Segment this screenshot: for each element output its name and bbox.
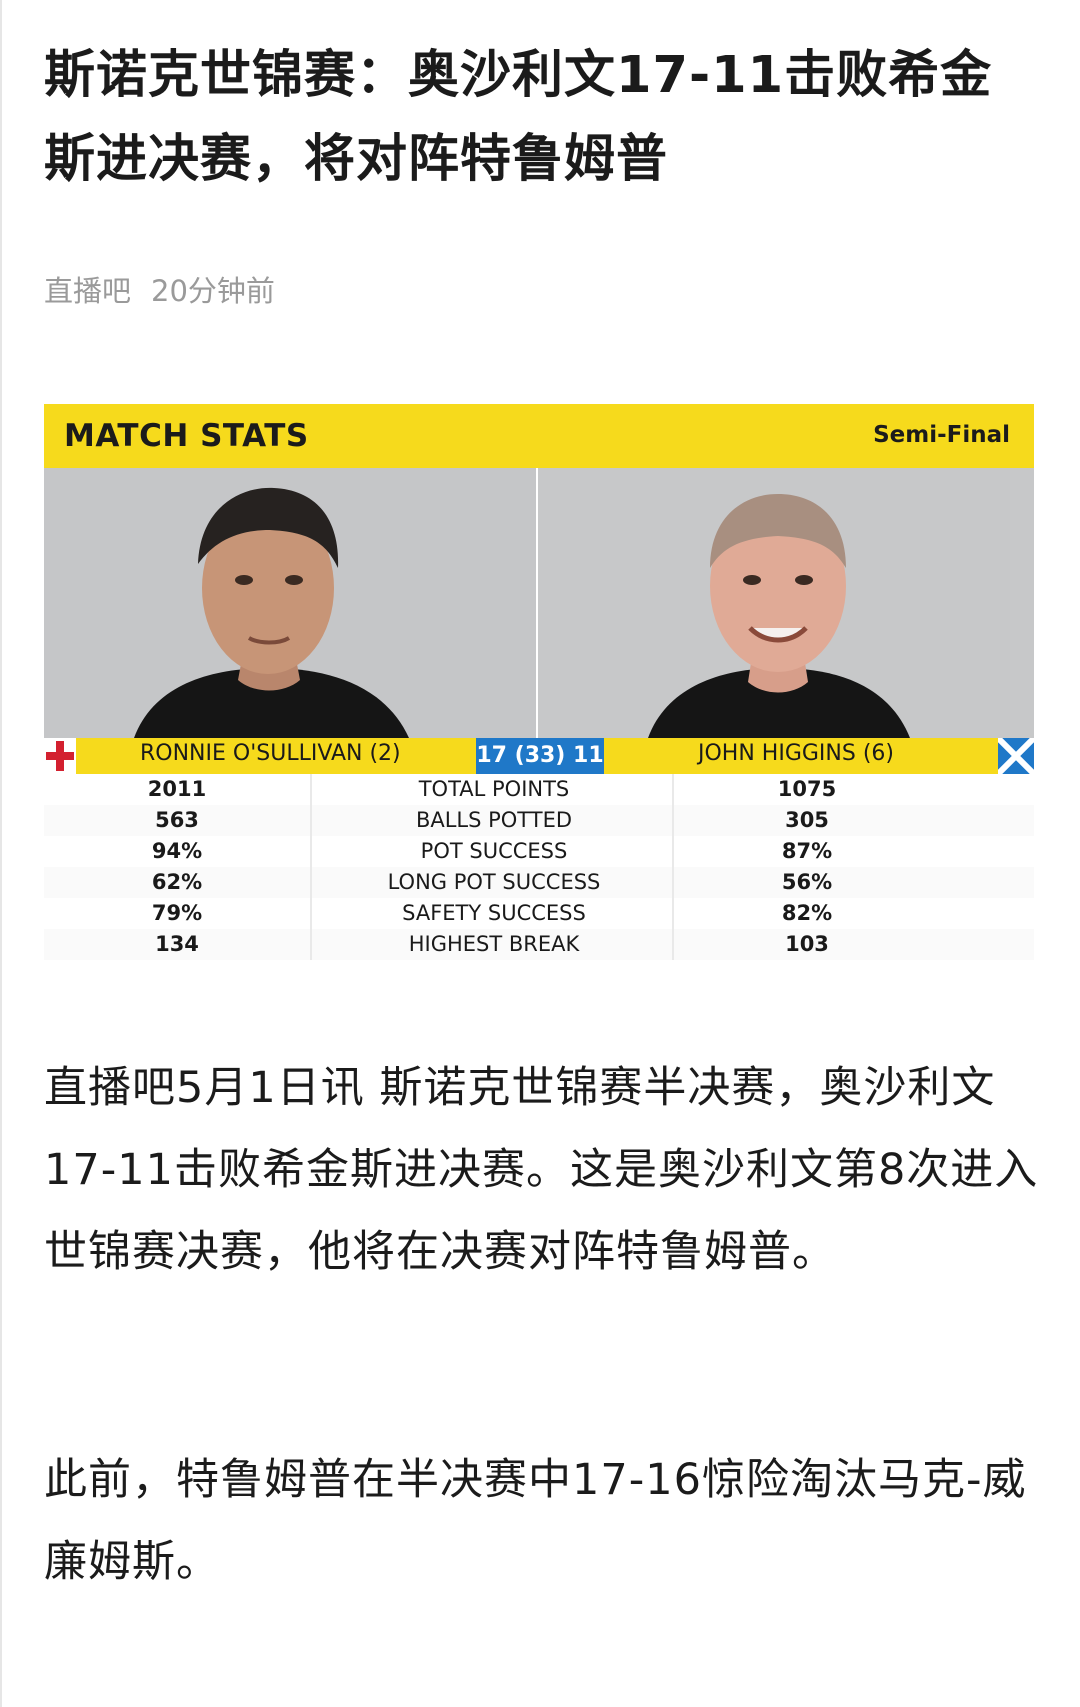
stat-label: TOTAL POINTS [418,777,570,801]
stat-row: 79% SAFETY SUCCESS 82% [44,898,1034,929]
player-left-name: RONNIE O'SULLIVAN (2) [140,741,401,766]
article-meta: 直播吧 20分钟前 [44,268,275,310]
article-title: 斯诺克世锦赛：奥沙利文17-11击败希金斯进决赛，将对阵特鲁姆普 [44,46,993,189]
stat-label: BALLS POTTED [415,808,573,832]
player-photos [44,468,1034,738]
match-score: 17 (33) 11 [476,738,604,774]
article-paragraph: 此前，特鲁姆普在半决赛中17-16惊险淘汰马克-威廉姆斯。 [44,1455,1027,1587]
players-bar: RONNIE O'SULLIVAN (2) 17 (33) 11 JOHN HI… [44,738,1034,774]
column-divider [310,774,312,960]
stat-row: 94% POT SUCCESS 87% [44,836,1034,867]
stat-right-value: 305 [785,808,829,832]
player-photo-higgins [538,468,1034,738]
stat-label: LONG POT SUCCESS [387,870,601,894]
column-divider [672,774,674,960]
stat-label: HIGHEST BREAK [408,932,580,956]
player-right-name: JOHN HIGGINS (6) [698,741,894,766]
player-photo-osullivan [44,468,536,738]
stat-left-value: 94% [151,839,203,863]
stat-row: 62% LONG POT SUCCESS 56% [44,867,1034,898]
stat-right-value: 103 [785,932,829,956]
stat-right-value: 87% [781,839,833,863]
stat-left-value: 62% [151,870,203,894]
stat-right-value: 1075 [777,777,837,801]
card-round: Semi-Final [873,422,1010,448]
left-border [0,0,2,1707]
article-paragraph: 直播吧5月1日讯 斯诺克世锦赛半决赛，奥沙利文17-11击败希金斯进决赛。这是奥… [44,1063,1039,1277]
article-time: 20分钟前 [151,274,275,308]
stat-left-value: 79% [151,901,203,925]
stat-left-value: 2011 [147,777,207,801]
match-stats-image[interactable]: MATCH STATS Semi-Final RONNIE O'SULLIVAN… [44,404,1034,960]
card-title: MATCH STATS [64,418,309,454]
stat-row: 2011 TOTAL POINTS 1075 [44,774,1034,805]
article-source[interactable]: 直播吧 [44,274,131,308]
stat-row: 134 HIGHEST BREAK 103 [44,929,1034,960]
stat-left-value: 134 [155,932,199,956]
card-header: MATCH STATS Semi-Final [44,404,1034,468]
england-flag-icon [44,738,76,774]
stat-right-value: 82% [781,901,833,925]
stat-row: 563 BALLS POTTED 305 [44,805,1034,836]
stat-right-value: 56% [781,870,833,894]
scotland-flag-icon [998,738,1034,774]
stat-label: SAFETY SUCCESS [402,901,586,925]
stats-table: 2011 TOTAL POINTS 1075 563 BALLS POTTED … [44,774,1034,960]
stat-left-value: 563 [155,808,199,832]
stat-label: POT SUCCESS [420,839,568,863]
